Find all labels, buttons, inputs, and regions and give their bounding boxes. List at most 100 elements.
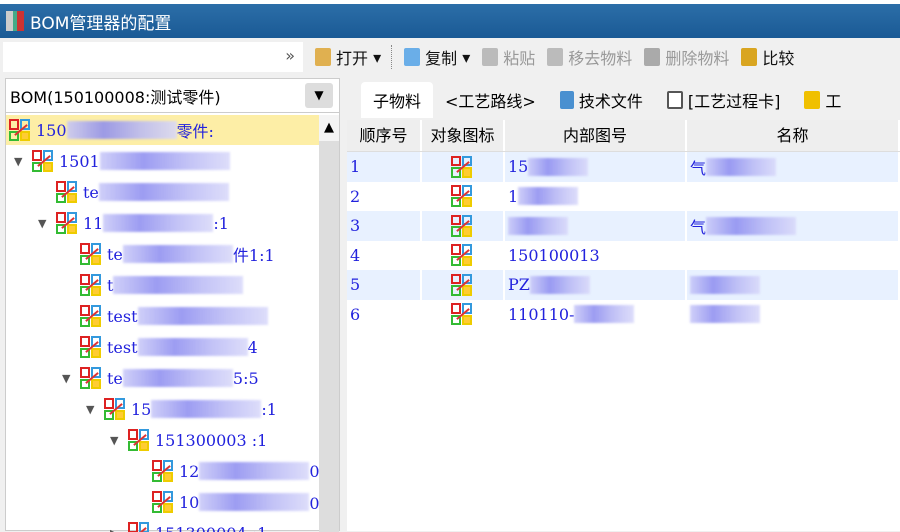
redacted-text (518, 187, 578, 205)
table-row[interactable]: 4150100013 (347, 241, 900, 271)
cell-name (687, 241, 900, 271)
tab-child-materials[interactable]: 子物料 (361, 82, 433, 118)
expand-arrow-icon[interactable]: ▼ (14, 155, 28, 168)
tree-node-label: 10 (179, 493, 199, 512)
name-text: 气 (690, 155, 706, 179)
redacted-text (530, 276, 590, 294)
compare-button[interactable]: 比较 (741, 45, 794, 69)
bom-select-value: BOM(150100008:测试零件) (10, 84, 221, 108)
tree-node-label: 150 (36, 121, 67, 140)
copy-button[interactable]: 复制 ▾ (404, 45, 470, 69)
cell-name (687, 182, 900, 212)
tree-node[interactable]: ▼15:1 (86, 394, 277, 424)
tree-node[interactable]: ▼te5:5 (62, 363, 259, 393)
cell-code: 1 (505, 182, 687, 212)
dropdown-arrow-icon[interactable]: ▼ (305, 83, 333, 108)
tab-process-route[interactable]: <工艺路线> (433, 82, 548, 118)
redacted-text (123, 245, 233, 263)
cell-icon (422, 182, 505, 212)
detail-panel: 子物料 <工艺路线> 技术文件 [工艺过程卡] 工 顺序号 对象图标 内部图号 … (347, 78, 900, 531)
delete-material-button[interactable]: 删除物料 (644, 45, 729, 69)
table-row[interactable]: 5PZ (347, 270, 900, 300)
tree-node[interactable]: test4 (62, 332, 258, 362)
redacted-text (99, 183, 229, 201)
cell-seq: 4 (347, 241, 422, 271)
tree-node[interactable]: ▼ 11 :1 (38, 208, 229, 238)
tree-node[interactable]: ▼1501 (14, 146, 230, 176)
tree-node[interactable]: te件1:1 (62, 239, 275, 269)
tab-label: 子物料 (373, 88, 421, 112)
bom-select[interactable]: BOM(150100008:测试零件) ▼ (6, 79, 339, 113)
open-button[interactable]: 打开 ▾ (315, 45, 381, 69)
tree-node-label: te (107, 245, 123, 264)
folder-icon (315, 48, 331, 66)
cell-code (505, 211, 687, 241)
redacted-text (528, 158, 588, 176)
tree-node[interactable]: ▼151300003 :1 (110, 425, 267, 455)
scroll-up-icon[interactable]: ▲ (319, 115, 339, 141)
open-label: 打开 (336, 45, 368, 69)
tree-node[interactable]: 10 01-1 拦 (134, 487, 319, 517)
expand-arrow-icon[interactable]: ▼ (62, 372, 76, 385)
cell-code: 15 (505, 152, 687, 182)
tree-node-suffix: 零件: (177, 118, 214, 142)
redacted-text (706, 217, 796, 235)
remove-label: 移去物料 (568, 45, 632, 69)
tree-node-suffix: 01-1 拦 (309, 490, 319, 514)
expand-arrow-icon[interactable]: ▼ (38, 217, 52, 230)
tree-node[interactable]: te (38, 177, 229, 207)
part-object-icon (451, 215, 473, 237)
tree-node-suffix: :1 (213, 214, 229, 233)
redacted-text (100, 152, 230, 170)
bom-tree: 150零件:▼1501te▼11:1te件1:1ttesttest4▼te5:5… (6, 115, 319, 532)
col-icon[interactable]: 对象图标 (422, 120, 505, 151)
paste-button[interactable]: 粘贴 (482, 45, 535, 69)
name-text: 气 (690, 214, 706, 238)
part-object-icon (128, 429, 150, 451)
tree-node[interactable]: ▶151300004 :1 (110, 518, 267, 532)
tree-node[interactable]: t (62, 270, 243, 300)
document-icon (560, 91, 574, 109)
tree-node[interactable]: 120 (134, 456, 319, 486)
expand-arrow-icon[interactable]: ▶ (110, 527, 124, 532)
tree-node-label: 11 (83, 214, 103, 233)
table-row[interactable]: 21 (347, 182, 900, 212)
redacted-text (574, 305, 634, 323)
process-card-icon (667, 91, 683, 109)
table-row[interactable]: 6110110- (347, 300, 900, 330)
expand-arrow-icon[interactable]: ▼ (110, 434, 124, 447)
part-object-icon (451, 274, 473, 296)
part-object-icon (32, 150, 54, 172)
part-object-icon (80, 367, 102, 389)
compare-label: 比较 (762, 45, 794, 69)
expand-arrow-icon[interactable]: ▼ (86, 403, 100, 416)
redacted-text (113, 276, 243, 294)
tree-scrollbar[interactable]: ▲ (319, 115, 339, 532)
remove-material-button[interactable]: 移去物料 (547, 45, 632, 69)
child-materials-table: 顺序号 对象图标 内部图号 名称 115气213气41501000135PZ61… (347, 120, 900, 531)
tab-process-card[interactable]: [工艺过程卡] (655, 82, 793, 118)
tree-node-label: te (107, 369, 123, 388)
part-object-icon (451, 303, 473, 325)
tree-node[interactable]: test (62, 301, 268, 331)
table-row[interactable]: 115气 (347, 152, 900, 182)
cell-code: PZ (505, 270, 687, 300)
cell-code: 110110- (505, 300, 687, 330)
table-row[interactable]: 3气 (347, 211, 900, 241)
cell-name: 气 (687, 152, 900, 182)
folder-doc-icon (804, 91, 820, 109)
toolbar: » 打开 ▾ 复制 ▾ 粘贴 移去物料 删除物料 比较 (0, 38, 900, 76)
cell-icon (422, 270, 505, 300)
copy-icon (404, 48, 420, 66)
tree-node-label: 12 (179, 462, 199, 481)
redacted-text (138, 307, 268, 325)
remove-icon (547, 48, 563, 66)
col-name[interactable]: 名称 (687, 120, 900, 151)
col-code[interactable]: 内部图号 (505, 120, 687, 151)
tab-label: 工 (825, 88, 841, 112)
tree-node[interactable]: 150 零件: (6, 115, 319, 145)
tab-tech-files[interactable]: 技术文件 (548, 82, 655, 118)
col-seq[interactable]: 顺序号 (347, 120, 422, 151)
more-chevron-icon[interactable]: » (285, 46, 295, 65)
tab-more[interactable]: 工 (792, 82, 853, 118)
